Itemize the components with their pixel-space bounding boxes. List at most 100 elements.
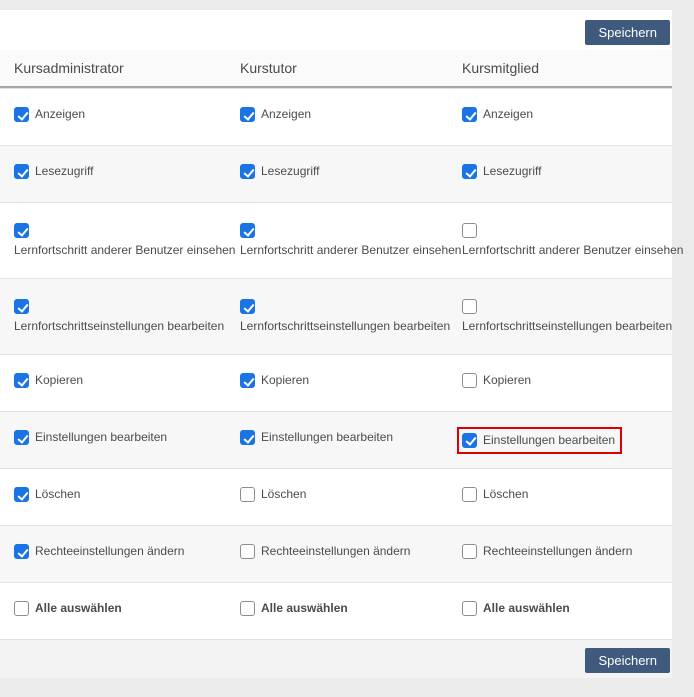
save-button-top[interactable]: Speichern <box>585 20 670 45</box>
permission-checkbox[interactable] <box>240 487 255 502</box>
column-header-kurstutor: Kurstutor <box>226 60 448 76</box>
permission-label: Rechteeinstellungen ändern <box>261 544 410 559</box>
permission-checkbox[interactable] <box>240 544 255 559</box>
permission-checkbox[interactable] <box>14 223 29 238</box>
permission-label: Löschen <box>261 487 306 502</box>
permission-cell: Lesezugriff <box>448 164 672 184</box>
permission-cell: Einstellungen bearbeiten <box>0 430 226 450</box>
permission-cell: Rechteeinstellungen ändern <box>226 544 448 564</box>
permission-label: Löschen <box>35 487 80 502</box>
permission-cell: Anzeigen <box>448 107 672 127</box>
permission-cell: Löschen <box>226 487 448 507</box>
select-all-cell: Alle auswählen <box>226 601 448 621</box>
permission-cell: Lernfortschritt anderer Benutzer einsehe… <box>226 223 448 258</box>
permission-label: Lernfortschritt anderer Benutzer einsehe… <box>240 243 461 258</box>
permission-label: Löschen <box>483 487 528 502</box>
select-all-checkbox[interactable] <box>462 601 477 616</box>
permission-cell: Lernfortschritt anderer Benutzer einsehe… <box>0 223 226 258</box>
permission-cell: Lernfortschrittseinstellungen bearbeiten <box>448 299 672 334</box>
highlight-box: Einstellungen bearbeiten <box>457 427 622 454</box>
select-all-cell: Alle auswählen <box>448 601 672 621</box>
permission-label: Rechteeinstellungen ändern <box>35 544 184 559</box>
table-row-kopieren: Kopieren Kopieren Kopieren <box>0 354 672 411</box>
column-header-kursmitglied: Kursmitglied <box>448 60 672 76</box>
permission-cell: Kopieren <box>226 373 448 393</box>
select-all-label: Alle auswählen <box>483 601 570 616</box>
permission-label: Lesezugriff <box>35 164 93 179</box>
select-all-label: Alle auswählen <box>261 601 348 616</box>
permission-cell: Rechteeinstellungen ändern <box>448 544 672 564</box>
permission-checkbox[interactable] <box>462 223 477 238</box>
save-button-bottom[interactable]: Speichern <box>585 648 670 673</box>
permission-checkbox[interactable] <box>462 373 477 388</box>
permission-checkbox[interactable] <box>14 373 29 388</box>
permission-label: Lernfortschrittseinstellungen bearbeiten <box>14 319 224 334</box>
table-row-lernfortschritt-einsehen: Lernfortschritt anderer Benutzer einsehe… <box>0 202 672 278</box>
permission-cell: Kopieren <box>0 373 226 393</box>
permission-cell: Lesezugriff <box>226 164 448 184</box>
permission-checkbox[interactable] <box>14 487 29 502</box>
permission-label: Lernfortschritt anderer Benutzer einsehe… <box>14 243 235 258</box>
permission-checkbox[interactable] <box>240 223 255 238</box>
permission-label: Einstellungen bearbeiten <box>483 433 615 448</box>
permission-label: Anzeigen <box>483 107 533 122</box>
table-row-lesezugriff: Lesezugriff Lesezugriff Lesezugriff <box>0 145 672 202</box>
permission-label: Einstellungen bearbeiten <box>261 430 393 445</box>
permission-label: Kopieren <box>35 373 83 388</box>
table-row-loeschen: Löschen Löschen Löschen <box>0 468 672 525</box>
select-all-label: Alle auswählen <box>35 601 122 616</box>
permission-label: Lesezugriff <box>261 164 319 179</box>
table-row-anzeigen: Anzeigen Anzeigen Anzeigen <box>0 88 672 145</box>
permission-label: Lernfortschrittseinstellungen bearbeiten <box>240 319 450 334</box>
permission-cell: Kopieren <box>448 373 672 393</box>
permission-label: Kopieren <box>261 373 309 388</box>
permission-cell: Lernfortschrittseinstellungen bearbeiten <box>226 299 448 334</box>
permission-checkbox[interactable] <box>462 433 477 448</box>
permission-cell: Lesezugriff <box>0 164 226 184</box>
top-toolbar: Speichern <box>0 10 672 50</box>
permissions-panel: Speichern Kursadministrator Kurstutor Ku… <box>0 10 672 678</box>
select-all-checkbox[interactable] <box>240 601 255 616</box>
permission-checkbox[interactable] <box>462 299 477 314</box>
permission-checkbox[interactable] <box>14 430 29 445</box>
table-row-lernfortschrittseinstellungen: Lernfortschrittseinstellungen bearbeiten… <box>0 278 672 354</box>
select-all-cell: Alle auswählen <box>0 601 226 621</box>
bottom-toolbar: Speichern <box>0 639 672 678</box>
permission-checkbox[interactable] <box>14 107 29 122</box>
permission-label: Rechteeinstellungen ändern <box>483 544 632 559</box>
permission-cell: Einstellungen bearbeiten <box>448 427 672 454</box>
table-row-rechteeinstellungen: Rechteeinstellungen ändern Rechteeinstel… <box>0 525 672 582</box>
column-header-kursadministrator: Kursadministrator <box>0 60 226 76</box>
permission-checkbox[interactable] <box>14 299 29 314</box>
permission-cell: Anzeigen <box>226 107 448 127</box>
permission-checkbox[interactable] <box>462 544 477 559</box>
permission-cell: Einstellungen bearbeiten <box>226 430 448 450</box>
permission-checkbox[interactable] <box>462 107 477 122</box>
permission-cell: Rechteeinstellungen ändern <box>0 544 226 564</box>
permission-label: Anzeigen <box>261 107 311 122</box>
select-all-checkbox[interactable] <box>14 601 29 616</box>
permission-label: Kopieren <box>483 373 531 388</box>
permission-label: Lernfortschrittseinstellungen bearbeiten <box>462 319 672 334</box>
permission-checkbox[interactable] <box>14 164 29 179</box>
permission-label: Lernfortschritt anderer Benutzer einsehe… <box>462 243 683 258</box>
permission-cell: Löschen <box>0 487 226 507</box>
permission-cell: Anzeigen <box>0 107 226 127</box>
permission-label: Lesezugriff <box>483 164 541 179</box>
permission-checkbox[interactable] <box>240 107 255 122</box>
permission-checkbox[interactable] <box>240 164 255 179</box>
permission-checkbox[interactable] <box>240 299 255 314</box>
permission-cell: Löschen <box>448 487 672 507</box>
permission-checkbox[interactable] <box>462 487 477 502</box>
permission-cell: Lernfortschrittseinstellungen bearbeiten <box>0 299 226 334</box>
permission-checkbox[interactable] <box>240 430 255 445</box>
permission-checkbox[interactable] <box>240 373 255 388</box>
table-header-row: Kursadministrator Kurstutor Kursmitglied <box>0 50 672 88</box>
table-row-einstellungen-bearbeiten: Einstellungen bearbeiten Einstellungen b… <box>0 411 672 468</box>
permission-checkbox[interactable] <box>462 164 477 179</box>
table-row-alle-auswaehlen: Alle auswählen Alle auswählen Alle auswä… <box>0 582 672 639</box>
permission-cell: Lernfortschritt anderer Benutzer einsehe… <box>448 223 683 258</box>
permission-label: Einstellungen bearbeiten <box>35 430 167 445</box>
permission-checkbox[interactable] <box>14 544 29 559</box>
permission-label: Anzeigen <box>35 107 85 122</box>
